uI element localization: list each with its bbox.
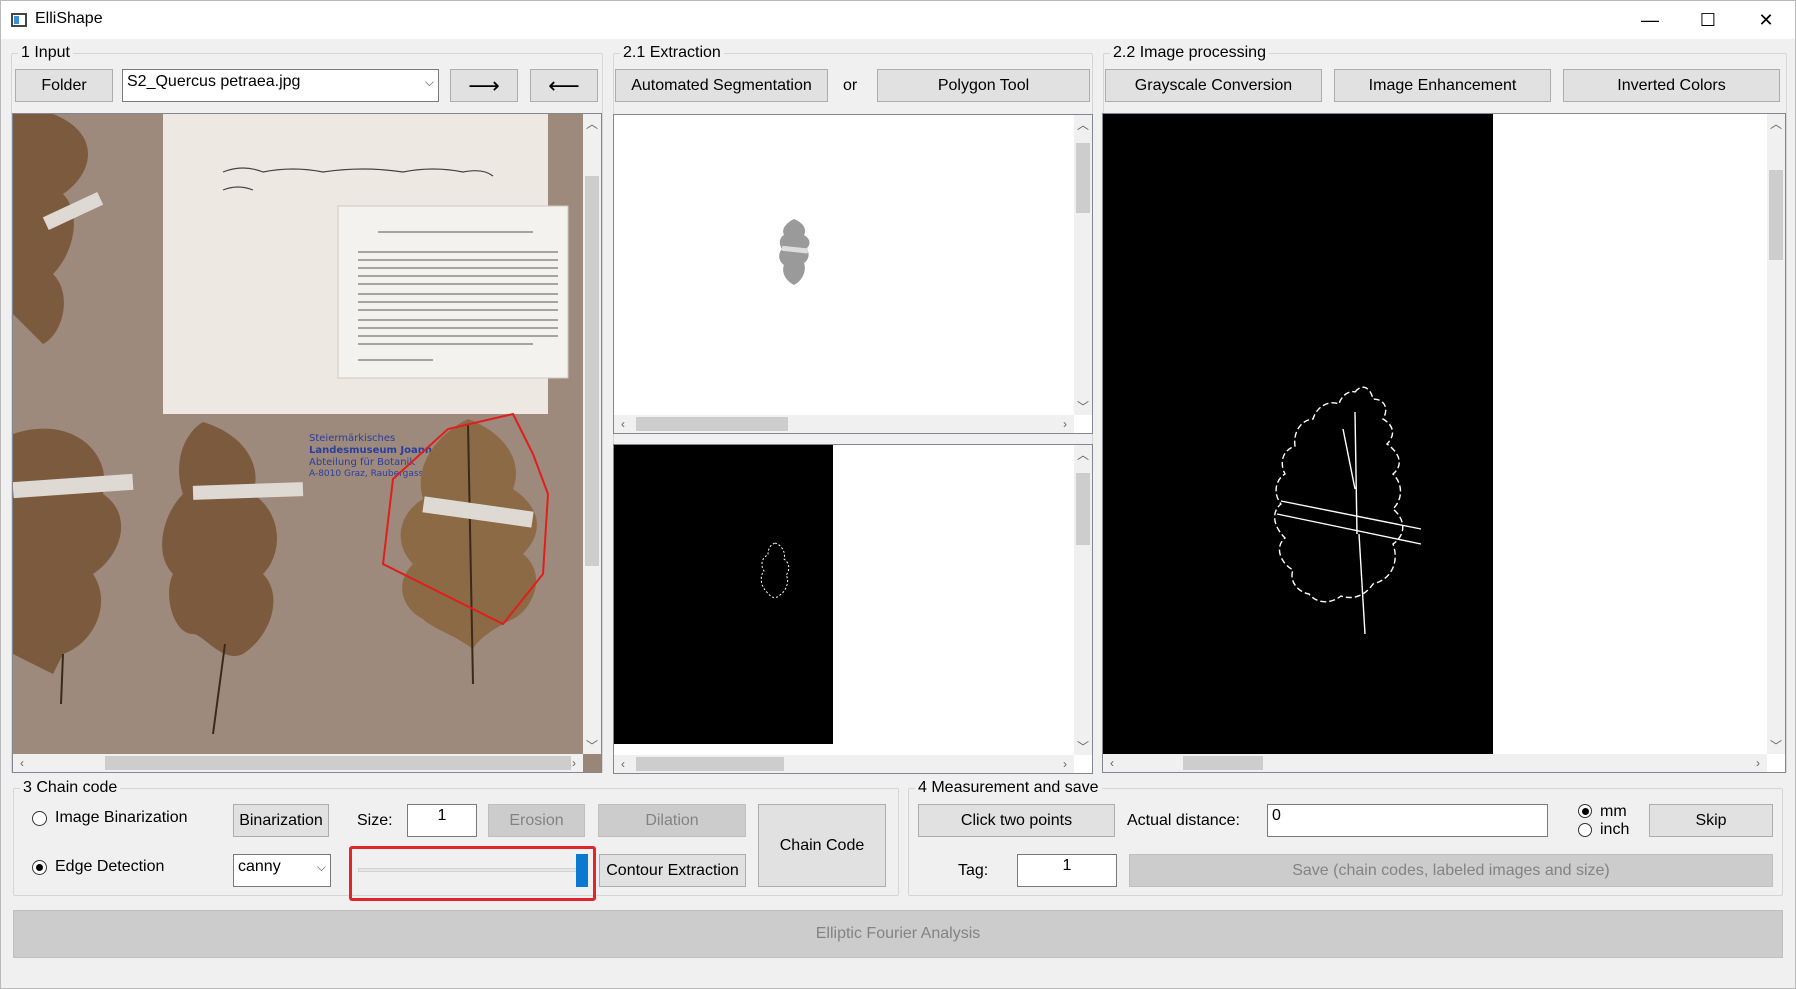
herbarium-image[interactable]: Steiermärkisches Landesmuseum Joanneum A… — [13, 114, 585, 756]
input-horizontal-scrollbar[interactable]: ‹ › — [13, 754, 583, 772]
title-bar: ElliShape — ☐ ✕ — [1, 1, 1795, 39]
file-select[interactable]: S2_Quercus petraea.jpg ⌵ — [122, 69, 439, 102]
image-binarization-radio[interactable] — [32, 811, 47, 826]
segmentation-preview[interactable]: ︿ ﹀ ‹ › — [613, 114, 1093, 434]
window-title: ElliShape — [35, 10, 103, 27]
chain-code-button[interactable]: Chain Code — [758, 804, 886, 887]
folder-button[interactable]: Folder — [15, 69, 113, 102]
size-label: Size: — [357, 812, 393, 829]
next-image-button[interactable]: ⟶ — [450, 69, 518, 102]
skip-button[interactable]: Skip — [1649, 804, 1773, 837]
input-image-view[interactable]: Steiermärkisches Landesmuseum Joanneum A… — [12, 113, 602, 773]
edge-image — [1103, 114, 1493, 756]
edge-detection-radio[interactable] — [32, 860, 47, 875]
actual-distance-label: Actual distance: — [1127, 812, 1240, 829]
close-button[interactable]: ✕ — [1737, 1, 1795, 39]
size-input[interactable]: 1 — [407, 804, 477, 837]
segmented-leaf-image — [779, 219, 810, 285]
elliptic-fourier-analysis-button[interactable]: Elliptic Fourier Analysis — [13, 910, 1783, 958]
grayscale-conversion-button[interactable]: Grayscale Conversion — [1105, 69, 1322, 102]
tag-label: Tag: — [958, 862, 989, 879]
click-two-points-button[interactable]: Click two points — [918, 804, 1115, 837]
image-enhancement-button[interactable]: Image Enhancement — [1334, 69, 1551, 102]
chevron-down-icon: ⌵ — [316, 860, 326, 874]
inverted-colors-button[interactable]: Inverted Colors — [1563, 69, 1780, 102]
processed-vertical-scrollbar[interactable]: ︿ ﹀ — [1767, 114, 1785, 754]
threshold-slider-track[interactable] — [358, 868, 588, 872]
mask-vertical-scrollbar[interactable]: ︿ ﹀ — [1074, 445, 1092, 755]
app-icon — [11, 13, 27, 27]
unit-inch-radio[interactable] — [1578, 823, 1592, 837]
edge-method-select[interactable]: canny ⌵ — [233, 854, 331, 887]
extraction-pane-title: 2.1 Extraction — [620, 43, 724, 63]
erosion-button[interactable]: Erosion — [488, 804, 585, 837]
file-select-value: S2_Quercus petraea.jpg — [127, 73, 301, 90]
automated-segmentation-button[interactable]: Automated Segmentation — [615, 69, 828, 102]
binarization-button[interactable]: Binarization — [233, 804, 329, 837]
processed-horizontal-scrollbar[interactable]: ‹ › — [1103, 754, 1767, 772]
save-button[interactable]: Save (chain codes, labeled images and si… — [1129, 854, 1773, 887]
chain-code-pane-title: 3 Chain code — [20, 778, 121, 798]
slider-highlight — [349, 846, 596, 901]
minimize-button[interactable]: — — [1621, 1, 1679, 39]
maximize-button[interactable]: ☐ — [1679, 1, 1737, 39]
segmentation-horizontal-scrollbar[interactable]: ‹ › — [614, 415, 1074, 433]
or-label: or — [843, 77, 858, 94]
input-pane-title: 1 Input — [18, 43, 73, 63]
threshold-slider-thumb[interactable] — [576, 854, 588, 887]
polygon-tool-button[interactable]: Polygon Tool — [877, 69, 1090, 102]
stamp-line-1: Steiermärkisches — [309, 433, 395, 444]
image-binarization-label: Image Binarization — [55, 809, 188, 826]
tag-input[interactable]: 1 — [1017, 854, 1117, 887]
segmentation-vertical-scrollbar[interactable]: ︿ ﹀ — [1074, 115, 1092, 415]
edge-detection-label: Edge Detection — [55, 858, 165, 875]
actual-distance-input[interactable]: 0 — [1267, 804, 1548, 837]
contour-extraction-button[interactable]: Contour Extraction — [599, 854, 746, 887]
dilation-button[interactable]: Dilation — [598, 804, 746, 837]
mask-preview[interactable]: ︿ ﹀ ‹ › — [613, 444, 1093, 774]
unit-inch-label: inch — [1600, 821, 1630, 838]
chevron-down-icon: ⌵ — [424, 75, 434, 89]
app-window: ElliShape — ☐ ✕ 1 Input Folder S2_Quercu… — [0, 0, 1796, 989]
mask-horizontal-scrollbar[interactable]: ‹ › — [614, 755, 1074, 773]
measurement-pane-title: 4 Measurement and save — [915, 778, 1102, 798]
processing-pane-title: 2.2 Image processing — [1110, 43, 1269, 63]
unit-mm-label: mm — [1600, 803, 1627, 820]
prev-image-button[interactable]: ⟵ — [530, 69, 598, 102]
mask-image — [614, 445, 833, 744]
unit-mm-radio[interactable] — [1578, 804, 1592, 818]
processed-image-view[interactable]: ︿ ﹀ ‹ › — [1102, 113, 1786, 773]
stamp-line-3: Abteilung für Botanik — [309, 457, 415, 468]
edge-method-value: canny — [238, 858, 281, 875]
input-vertical-scrollbar[interactable]: ︿ ﹀ — [583, 114, 601, 754]
